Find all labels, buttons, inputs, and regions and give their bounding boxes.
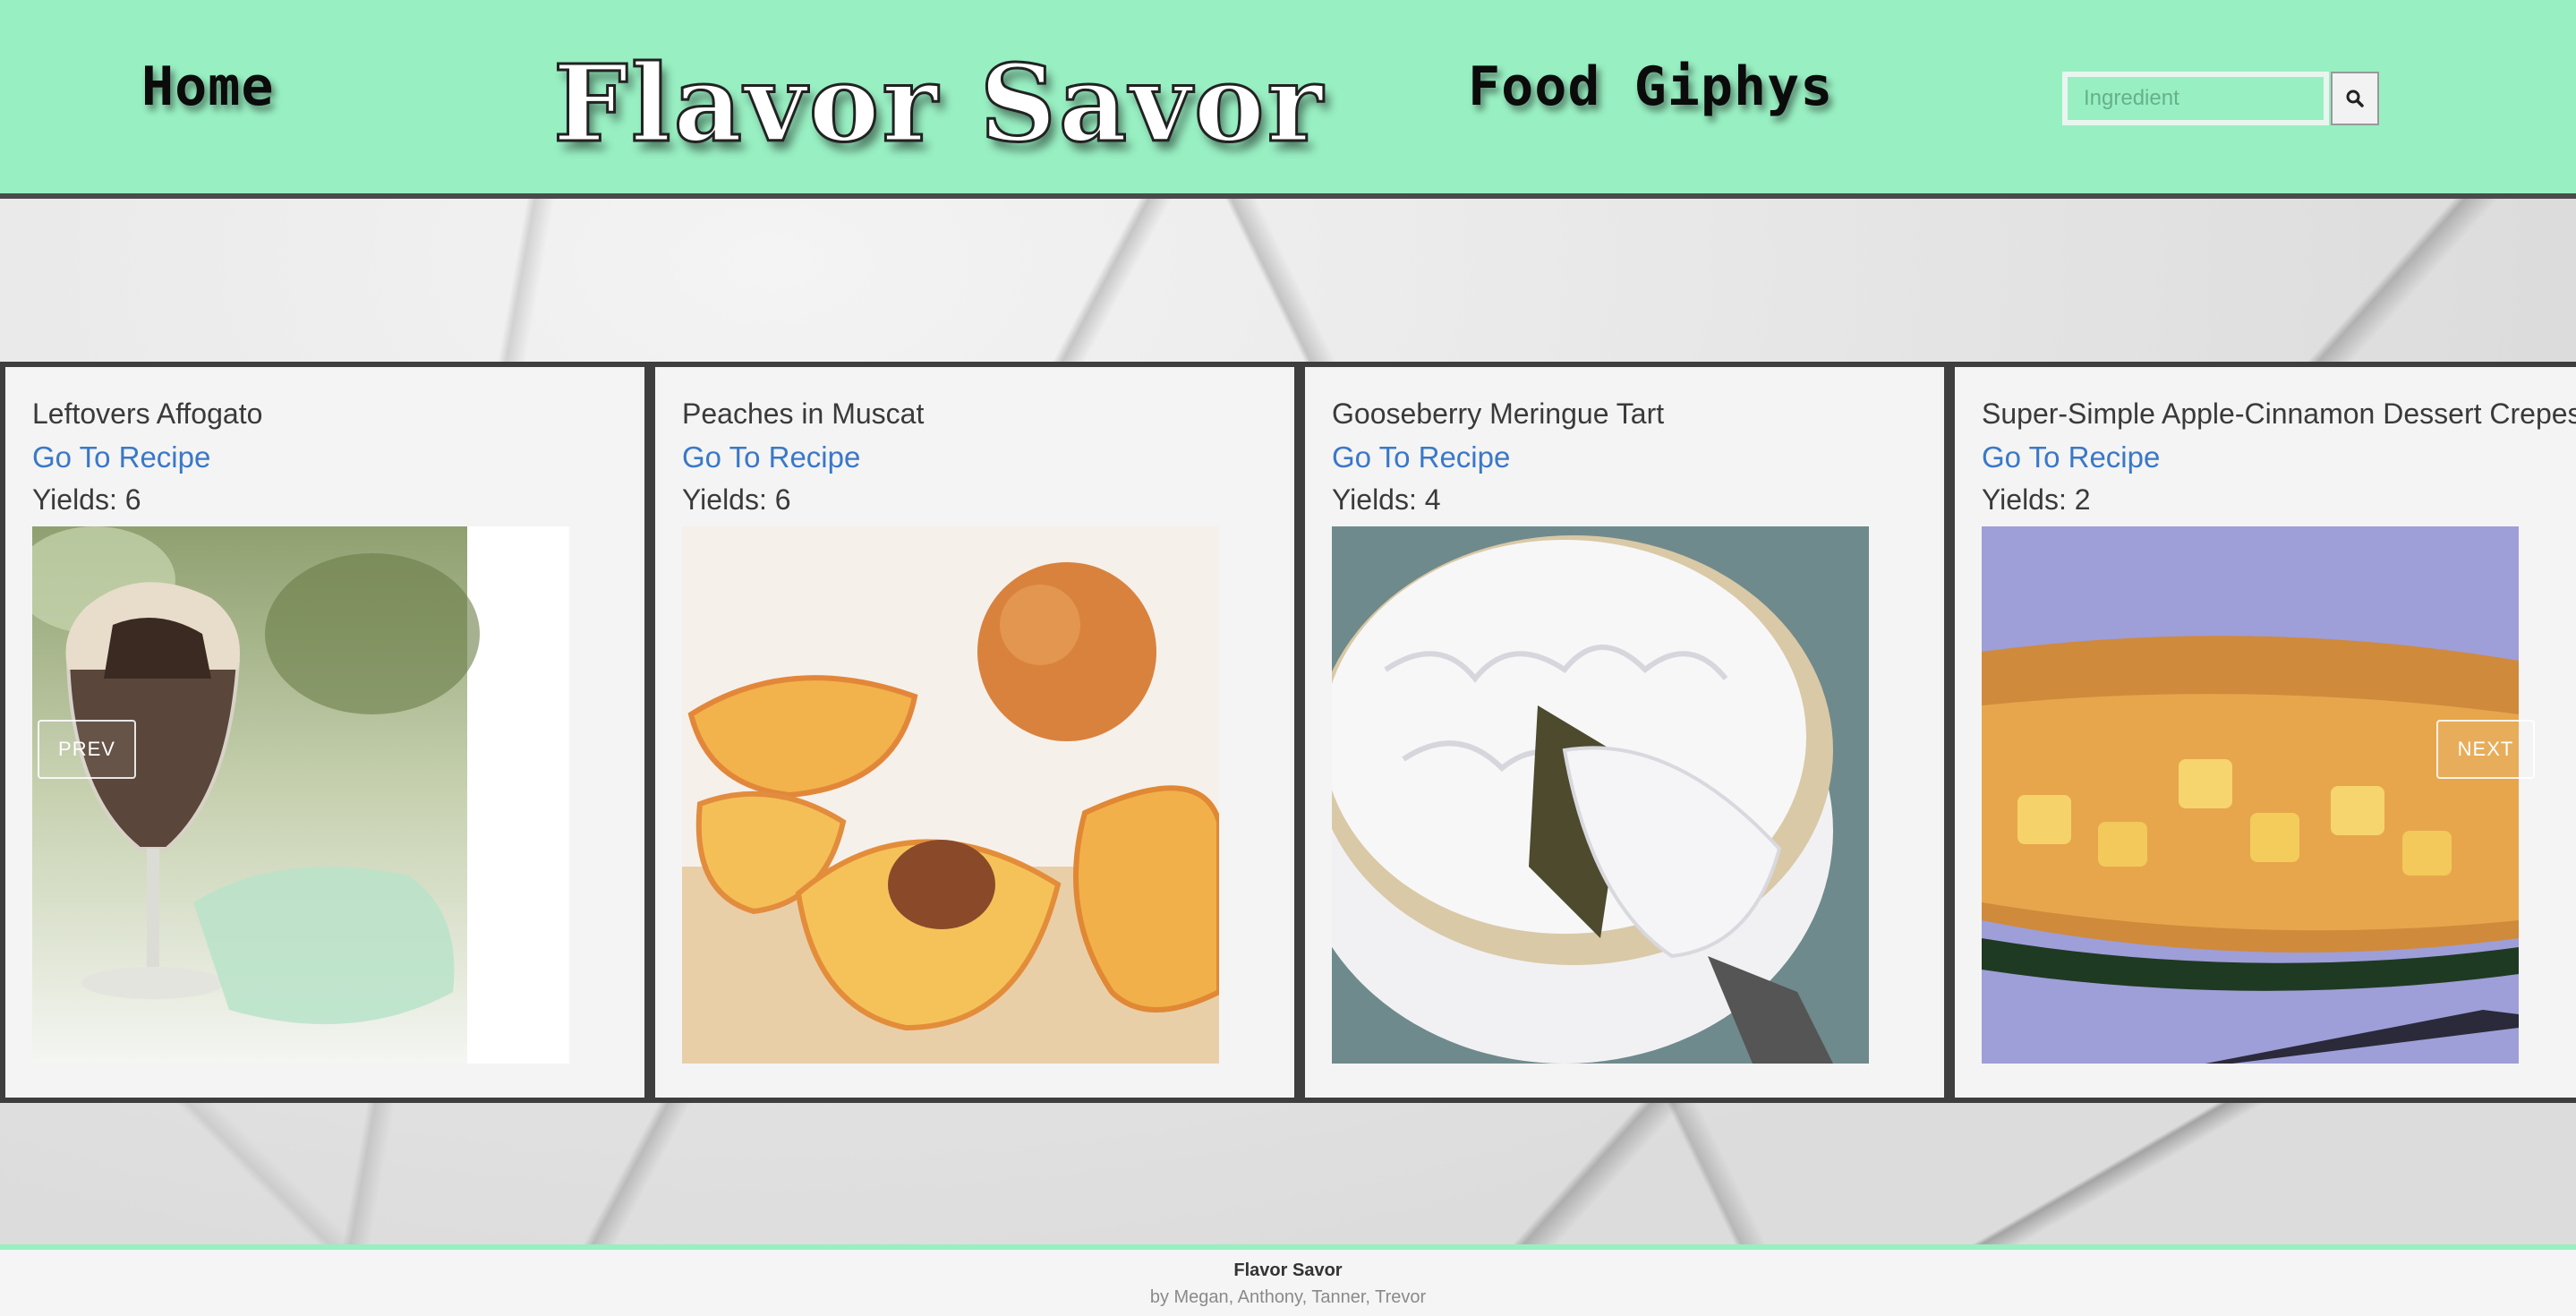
search-icon — [2346, 90, 2364, 107]
carousel-next-button[interactable]: NEXT — [2436, 720, 2535, 779]
recipe-yields: Yields: 6 — [32, 483, 141, 516]
nav-home-link[interactable]: Home — [141, 56, 275, 118]
go-to-recipe-link[interactable]: Go To Recipe — [1982, 440, 2160, 474]
recipe-yields: Yields: 4 — [1332, 483, 1441, 516]
nav-food-giphys-link[interactable]: Food Giphys — [1468, 56, 1833, 118]
recipe-yields: Yields: 2 — [1982, 483, 2091, 516]
recipe-title: Super-Simple Apple-Cinnamon Dessert Crep… — [1982, 397, 2576, 430]
go-to-recipe-link[interactable]: Go To Recipe — [1332, 440, 1510, 474]
ingredient-search-input[interactable] — [2062, 72, 2329, 125]
peaches-photo — [682, 526, 1219, 1064]
go-to-recipe-link[interactable]: Go To Recipe — [32, 440, 210, 474]
meringue-tart-photo — [1332, 526, 1869, 1064]
go-to-recipe-link[interactable]: Go To Recipe — [682, 440, 860, 474]
footer-credits: by Megan, Anthony, Tanner, Trevor — [1149, 1287, 1427, 1307]
brand-title: Flavor Savor — [552, 40, 1326, 167]
recipe-yields: Yields: 6 — [682, 483, 791, 516]
recipe-carousel: Leftovers Affogato Go To Recipe Yields: … — [0, 362, 2576, 1103]
footer-title: Flavor Savor — [1233, 1260, 1343, 1280]
recipe-title: Peaches in Muscat — [682, 397, 925, 430]
recipe-title: Leftovers Affogato — [32, 397, 263, 430]
apple-crepe-photo — [1982, 526, 2519, 1064]
search-button[interactable] — [2331, 72, 2379, 125]
site-header: Home Flavor Savor Food Giphys — [0, 0, 2576, 199]
recipe-card: Peaches in Muscat Go To Recipe Yields: 6 — [650, 362, 1300, 1103]
affogato-photo — [32, 526, 569, 1064]
site-footer: Flavor Savor by Megan, Anthony, Tanner, … — [0, 1244, 2576, 1316]
recipe-card: Gooseberry Meringue Tart Go To Recipe Yi… — [1300, 362, 1949, 1103]
carousel-prev-button[interactable]: PREV — [38, 720, 136, 779]
recipe-title: Gooseberry Meringue Tart — [1332, 397, 1665, 430]
